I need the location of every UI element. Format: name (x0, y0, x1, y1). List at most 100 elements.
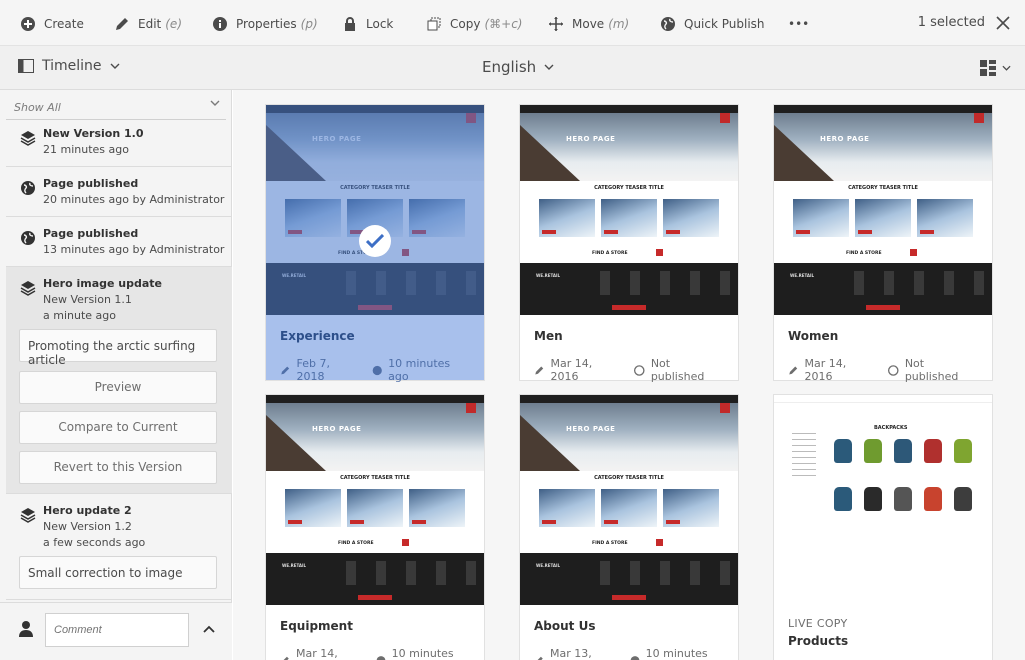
globe-icon (376, 655, 385, 660)
properties-button[interactable]: Properties (p) (212, 14, 318, 34)
card-modified-date: Mar 14, 2016 (804, 357, 847, 383)
edit-button[interactable]: Edit (e) (114, 14, 182, 34)
selection-count: 1 selected (917, 15, 985, 30)
thumb-find-store-text: FIND A STORE (592, 251, 628, 256)
page-thumbnail: HERO PAGE CATEGORY TEASER TITLE FIND A S… (774, 105, 992, 315)
chevron-down-icon (210, 100, 220, 106)
card-grid: HERO PAGE CATEGORY TEASER TITLE FIND A S… (233, 90, 1025, 660)
card-title: Women (788, 329, 839, 343)
language-label: English (482, 58, 537, 76)
properties-label: Properties (236, 17, 297, 31)
rail-toggle-button[interactable]: Timeline (18, 58, 120, 74)
create-label: Create (44, 17, 84, 31)
timeline-item[interactable]: Page published 20 minutes ago by Adminis… (6, 176, 232, 217)
version-comment: Promoting the arctic surfing article (19, 329, 217, 367)
page-card[interactable]: HERO PAGE CATEGORY TEASER TITLE FIND A S… (520, 105, 738, 383)
language-selector[interactable]: English (482, 58, 554, 76)
selected-check-icon (359, 225, 391, 257)
thumb-category-text: CATEGORY TEASER TITLE (594, 475, 664, 481)
thumb-hero-text: HERO PAGE (312, 425, 362, 433)
preview-button[interactable]: Preview (19, 371, 217, 404)
globe-icon (630, 655, 639, 660)
card-title: Equipment (280, 619, 353, 633)
page-thumbnail: BACKPACKS (774, 395, 992, 605)
card-publish-status: 10 minutes ago (391, 647, 454, 660)
comment-bar (0, 602, 232, 660)
timeline-item-version: New Version 1.2 (43, 520, 132, 533)
chevron-up-icon[interactable] (203, 625, 215, 633)
globe-unpublished-icon (888, 364, 899, 376)
view-switcher[interactable] (980, 60, 1011, 76)
timeline-item-detail: 21 minutes ago (43, 143, 129, 156)
thumb-category-text: CATEGORY TEASER TITLE (340, 185, 410, 191)
more-button[interactable]: ••• (788, 14, 809, 34)
page-card[interactable]: HERO PAGE CATEGORY TEASER TITLE FIND A S… (266, 395, 484, 660)
pencil-icon (537, 656, 543, 660)
live-copy-label: LIVE COPY (788, 617, 848, 630)
timeline-filter[interactable]: Show All (6, 96, 226, 120)
card-modified-date: Feb 7, 2018 (296, 357, 330, 383)
thumb-hero-text: HERO PAGE (312, 135, 362, 143)
timeline-item-expanded[interactable]: Hero image update New Version 1.1 a minu… (6, 267, 232, 494)
timeline-item[interactable]: New Version 1.0 21 minutes ago (6, 126, 232, 167)
layers-icon (20, 131, 36, 146)
info-icon (212, 16, 228, 32)
lock-button[interactable]: Lock (342, 14, 393, 34)
pencil-icon (283, 656, 289, 660)
move-arrows-icon (548, 16, 564, 32)
page-card-selected[interactable]: HERO PAGE CATEGORY TEASER TITLE FIND A S… (266, 105, 484, 383)
timeline-item-title: New Version 1.0 (43, 127, 144, 140)
globe-icon (660, 16, 676, 32)
lock-label: Lock (366, 17, 394, 31)
page-card[interactable]: HERO PAGE CATEGORY TEASER TITLE FIND A S… (774, 105, 992, 383)
card-publish-status: Not published (650, 357, 705, 383)
comment-input[interactable] (45, 613, 189, 647)
card-title: Men (534, 329, 563, 343)
quick-publish-button[interactable]: Quick Publish (660, 14, 765, 34)
pencil-icon (281, 366, 290, 374)
revert-to-version-button[interactable]: Revert to this Version (19, 451, 217, 484)
pencil-icon (535, 366, 544, 374)
pencil-icon (789, 366, 798, 374)
more-label: ••• (788, 17, 810, 31)
timeline-item-title: Page published (43, 227, 139, 240)
globe-icon (21, 181, 35, 195)
card-publish-status: 10 minutes ago (645, 647, 708, 660)
copy-button[interactable]: Copy (⌘+c) (426, 14, 522, 34)
plus-circle-icon (20, 16, 36, 32)
card-modified-date: Mar 14, 2016 (550, 357, 593, 383)
thumb-find-store-text: FIND A STORE (846, 251, 882, 256)
page-thumbnail: HERO PAGE CATEGORY TEASER TITLE FIND A S… (520, 105, 738, 315)
compare-to-current-button[interactable]: Compare to Current (19, 411, 217, 444)
thumb-hero-text: HERO PAGE (820, 135, 870, 143)
card-publish-status: Not published (904, 357, 959, 383)
layers-icon (20, 508, 36, 523)
copy-icon (426, 16, 442, 32)
card-title: About Us (534, 619, 596, 633)
create-button[interactable]: Create (20, 14, 84, 34)
page-card[interactable]: BACKPACKS LIVE COPY Products (774, 395, 992, 660)
pencil-icon (114, 16, 130, 32)
page-thumbnail: HERO PAGE CATEGORY TEASER TITLE FIND A S… (266, 395, 484, 605)
card-publish-status: 10 minutes ago (388, 357, 451, 383)
thumb-find-store-text: FIND A STORE (338, 541, 374, 546)
thumb-category-text: CATEGORY TEASER TITLE (848, 185, 918, 191)
move-label: Move (572, 17, 605, 31)
move-button[interactable]: Move (m) (548, 14, 629, 34)
chevron-down-icon (1002, 65, 1011, 71)
move-shortcut: (m) (608, 17, 630, 31)
close-selection-button[interactable] (993, 13, 1013, 33)
timeline-item-title: Page published (43, 177, 139, 190)
thumb-hero-text: HERO PAGE (566, 135, 616, 143)
globe-icon (21, 231, 35, 245)
thumb-hero-text: HERO PAGE (566, 425, 616, 433)
page-card[interactable]: HERO PAGE CATEGORY TEASER TITLE FIND A S… (520, 395, 738, 660)
copy-shortcut: (⌘+c) (484, 17, 523, 31)
card-modified-date: Mar 13, 2016 (550, 647, 592, 660)
timeline-item[interactable]: Hero update 2 New Version 1.2 a few seco… (6, 494, 232, 600)
lock-icon (342, 16, 358, 32)
rail-panel-icon (18, 59, 34, 73)
timeline-item[interactable]: Page published 13 minutes ago by Adminis… (6, 226, 232, 267)
page-thumbnail: HERO PAGE CATEGORY TEASER TITLE FIND A S… (266, 105, 484, 315)
timeline-item-detail: a few seconds ago (43, 536, 146, 549)
